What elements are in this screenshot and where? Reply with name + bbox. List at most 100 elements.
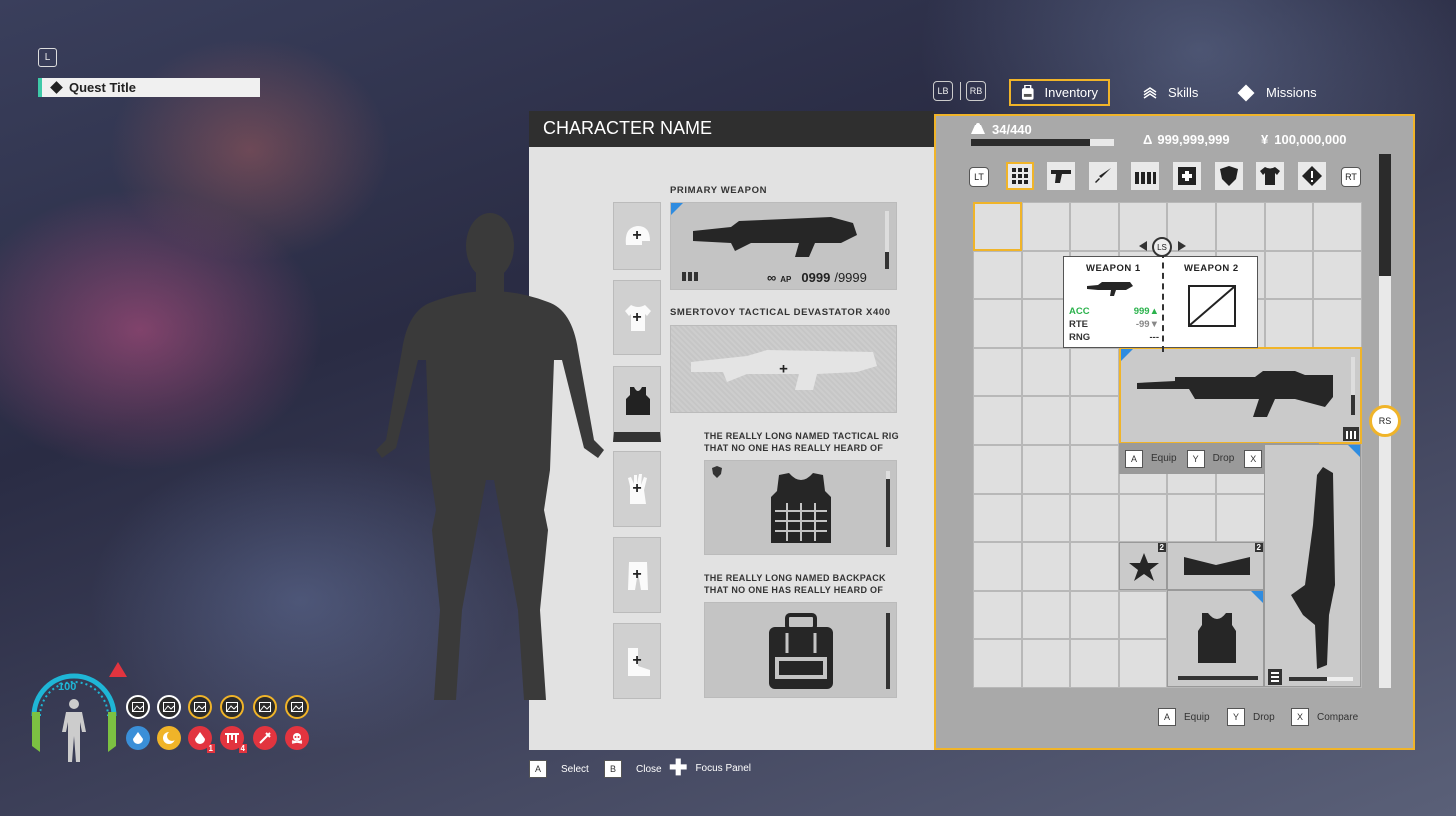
category-medical[interactable] — [1173, 162, 1201, 190]
inventory-cell[interactable] — [1021, 202, 1071, 251]
close-hint[interactable]: B Close — [604, 760, 662, 778]
backpack-slot[interactable] — [704, 602, 897, 698]
shirt-slot[interactable]: + — [613, 280, 661, 355]
inventory-cell[interactable] — [1313, 250, 1362, 300]
inventory-cell[interactable] — [1070, 347, 1119, 397]
image-icon — [132, 702, 144, 712]
category-clothing[interactable] — [1256, 162, 1284, 190]
inventory-cell[interactable] — [1070, 493, 1119, 543]
inventory-cell[interactable] — [973, 590, 1022, 640]
inventory-cell[interactable] — [1021, 445, 1071, 494]
inventory-cell[interactable] — [1021, 396, 1071, 445]
compare-stat-row: RTE -99▼ — [1069, 318, 1159, 331]
stat-value: --- — [1149, 332, 1160, 343]
inventory-cell[interactable] — [1070, 396, 1119, 445]
grid-cursor[interactable] — [973, 202, 1022, 251]
star-item[interactable]: 2 — [1119, 542, 1167, 590]
lt-button-hint[interactable]: LT — [969, 167, 989, 187]
inventory-cell[interactable] — [1264, 299, 1314, 348]
inventory-cell[interactable] — [1070, 590, 1119, 640]
inventory-cell[interactable] — [973, 396, 1022, 445]
tab-skills[interactable]: Skills — [1132, 79, 1208, 106]
knife-icon — [1095, 168, 1111, 183]
inventory-cell[interactable] — [1313, 202, 1362, 251]
inventory-cell[interactable] — [973, 639, 1022, 688]
weight-icon — [971, 123, 985, 134]
inventory-cell[interactable] — [1216, 493, 1265, 543]
inventory-cell[interactable] — [973, 250, 1022, 300]
stack-count: 2 — [1157, 543, 1166, 552]
category-ammo[interactable] — [1131, 162, 1159, 190]
category-all[interactable] — [1006, 162, 1034, 190]
equip-action[interactable]: A Equip — [1125, 449, 1177, 468]
rb-button-hint[interactable]: RB — [966, 81, 986, 101]
scrollbar-thumb[interactable] — [1379, 154, 1391, 276]
glove-slot[interactable]: + — [613, 451, 661, 527]
inventory-cell[interactable] — [1167, 493, 1216, 543]
helmet-slot[interactable]: + — [613, 202, 661, 270]
tactical-rig-icon — [771, 473, 831, 543]
secondary-weapon-slot[interactable]: + — [670, 325, 897, 413]
inventory-cell[interactable] — [973, 347, 1022, 397]
stat-name: RTE — [1069, 319, 1088, 330]
vertical-rifle-item[interactable] — [1264, 444, 1361, 687]
panel-compare-hint[interactable]: X Compare — [1291, 708, 1358, 726]
vest-item[interactable] — [1167, 590, 1264, 687]
boots-slot[interactable]: + — [613, 623, 661, 699]
inventory-cell[interactable] — [1021, 542, 1071, 591]
quest-tracker[interactable]: Quest Title — [38, 78, 260, 97]
inventory-cell[interactable] — [1021, 590, 1071, 640]
tab-inventory[interactable]: Inventory — [1009, 79, 1110, 106]
inventory-cell[interactable] — [973, 542, 1022, 591]
tactical-rig-slot[interactable] — [704, 460, 897, 555]
vest-slot[interactable] — [613, 366, 661, 442]
inventory-cell[interactable] — [1070, 639, 1119, 688]
inventory-cell[interactable] — [1264, 202, 1314, 251]
inventory-cell[interactable] — [973, 299, 1022, 348]
panel-drop-hint[interactable]: Y Drop — [1227, 708, 1275, 726]
primary-weapon-slot[interactable]: ∞ AP 0999 /9999 — [670, 202, 897, 290]
rarity-marker — [1348, 445, 1360, 457]
inventory-cell[interactable] — [973, 445, 1022, 494]
lb-button-hint[interactable]: LB — [933, 81, 953, 101]
inventory-cell[interactable] — [1167, 202, 1216, 251]
inventory-cell[interactable] — [1070, 542, 1119, 591]
inventory-cell[interactable] — [1118, 639, 1168, 688]
select-hint[interactable]: A Select — [529, 760, 589, 778]
inventory-cell[interactable] — [1313, 299, 1362, 348]
inventory-cell[interactable] — [1070, 445, 1119, 494]
inventory-cell[interactable] — [1118, 493, 1168, 543]
y-button-hint: Y — [1186, 449, 1205, 468]
ls-button-hint[interactable]: LS — [1152, 237, 1172, 257]
rt-button-hint[interactable]: RT — [1341, 167, 1361, 187]
inventory-cell[interactable] — [1264, 250, 1314, 300]
inventory-cell[interactable] — [1216, 202, 1265, 251]
add-icon: + — [632, 227, 642, 244]
pants-slot[interactable]: + — [613, 537, 661, 613]
category-pistols[interactable] — [1047, 162, 1075, 190]
energy-status-icon — [157, 726, 181, 750]
pouch-item[interactable]: 2 — [1167, 542, 1264, 590]
focus-panel-label: Focus Panel — [695, 762, 752, 774]
inventory-cell[interactable] — [1021, 347, 1071, 397]
inventory-cell[interactable] — [1118, 590, 1168, 640]
inventory-cell[interactable] — [1021, 639, 1071, 688]
inventory-cell[interactable] — [1021, 493, 1071, 543]
rs-button-hint[interactable]: RS — [1369, 405, 1401, 437]
focus-panel-hint[interactable]: ✚ Focus Panel — [669, 757, 752, 779]
inventory-cell[interactable] — [973, 493, 1022, 543]
category-melee[interactable] — [1089, 162, 1117, 190]
image-icon — [163, 702, 175, 712]
tab-missions[interactable]: Missions — [1230, 79, 1327, 106]
panel-equip-hint[interactable]: A Equip — [1158, 708, 1210, 726]
category-armor[interactable] — [1215, 162, 1243, 190]
a-button-hint: A — [1158, 708, 1176, 726]
stat-name: RNG — [1069, 332, 1091, 343]
category-quest-items[interactable] — [1298, 162, 1326, 190]
weight-bar-fill — [971, 139, 1090, 146]
x-button-hint: X — [1291, 708, 1309, 726]
drop-action[interactable]: Y Drop — [1186, 449, 1234, 468]
inventory-cell[interactable] — [1070, 202, 1119, 251]
chevrons-up-icon — [1143, 86, 1157, 99]
selected-rifle-item[interactable] — [1119, 347, 1362, 444]
